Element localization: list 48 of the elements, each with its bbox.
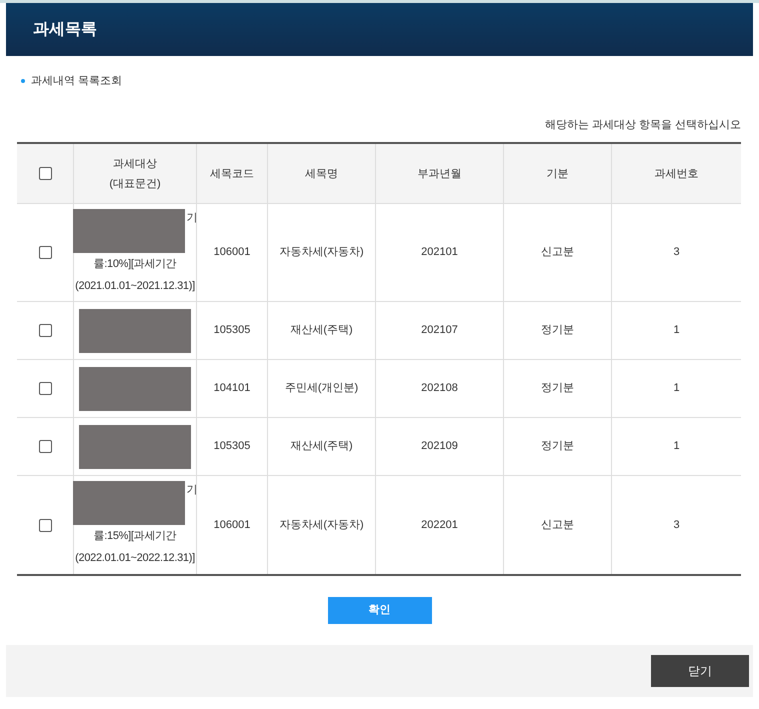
column-header: 세목코드 (210, 166, 254, 182)
checkbox[interactable] (38, 382, 52, 395)
bullet-icon (21, 79, 25, 84)
column-header: 과세대상 (대표문건) (109, 156, 161, 192)
table-cell-text: (2021.01.01~2021.12.31)] (75, 278, 195, 294)
table-cell-text: 정기분 (541, 323, 574, 338)
instruction-text: 해당하는 과세대상 항목을 선택하십시오 (544, 118, 741, 132)
table-cell-text: 정기분 (541, 381, 574, 396)
table-cell-text: 104101 (214, 381, 250, 396)
table-cell-text: 률:10%][과세기간 (94, 256, 176, 272)
table-cell-text: (2022.01.01~2022.12.31)] (75, 551, 195, 566)
table-cell-text: 정기분 (541, 439, 574, 454)
table-cell-text: 주민세(개인분) (284, 381, 358, 396)
table-cell-text: 신고분 (541, 518, 574, 533)
table-cell-text: 1 (673, 381, 680, 396)
table-cell-text: 202201 (421, 518, 458, 533)
table-cell-text: 신고분 (541, 245, 574, 260)
table-cell-text: 1 (673, 439, 680, 454)
table-cell-text: 재산세(주택) (290, 323, 353, 338)
table-cell-text: 105305 (214, 323, 250, 338)
table-cell-text: 202108 (421, 381, 458, 396)
table-cell-text: 3 (673, 518, 680, 533)
checkbox[interactable] (38, 440, 52, 453)
close-button[interactable]: 닫기 (651, 655, 749, 687)
table-cell-text: 기 (186, 483, 198, 498)
window-title: 과세목록 (33, 20, 97, 40)
table-cell-text: 202107 (421, 323, 458, 338)
table-cell-text: 202101 (421, 245, 458, 260)
table-cell-text: 202109 (421, 439, 458, 454)
table-cell-text: 3 (673, 245, 680, 260)
checkbox[interactable] (38, 167, 52, 180)
table-cell-text: 105305 (214, 439, 250, 454)
checkbox[interactable] (38, 518, 52, 532)
column-header: 과세번호 (654, 166, 698, 182)
table-cell-text: 자동차세(자동차) (279, 518, 364, 533)
table-cell-text: 1 (673, 323, 680, 338)
table-cell-text: 106001 (214, 518, 250, 533)
column-header: 기분 (546, 166, 568, 182)
table-cell-text: 자동차세(자동차) (279, 245, 364, 260)
table-cell-text: 기 (186, 210, 198, 226)
column-header: 세목명 (305, 166, 338, 182)
checkbox[interactable] (38, 324, 52, 337)
column-header: 부과년월 (418, 166, 462, 182)
checkbox[interactable] (38, 246, 52, 259)
table-cell-text: 재산세(주택) (290, 439, 353, 454)
section-title: 과세내역 목록조회 (31, 74, 122, 89)
table-cell-text: 률:15%][과세기간 (94, 529, 176, 544)
table-cell-text: 106001 (214, 245, 250, 260)
